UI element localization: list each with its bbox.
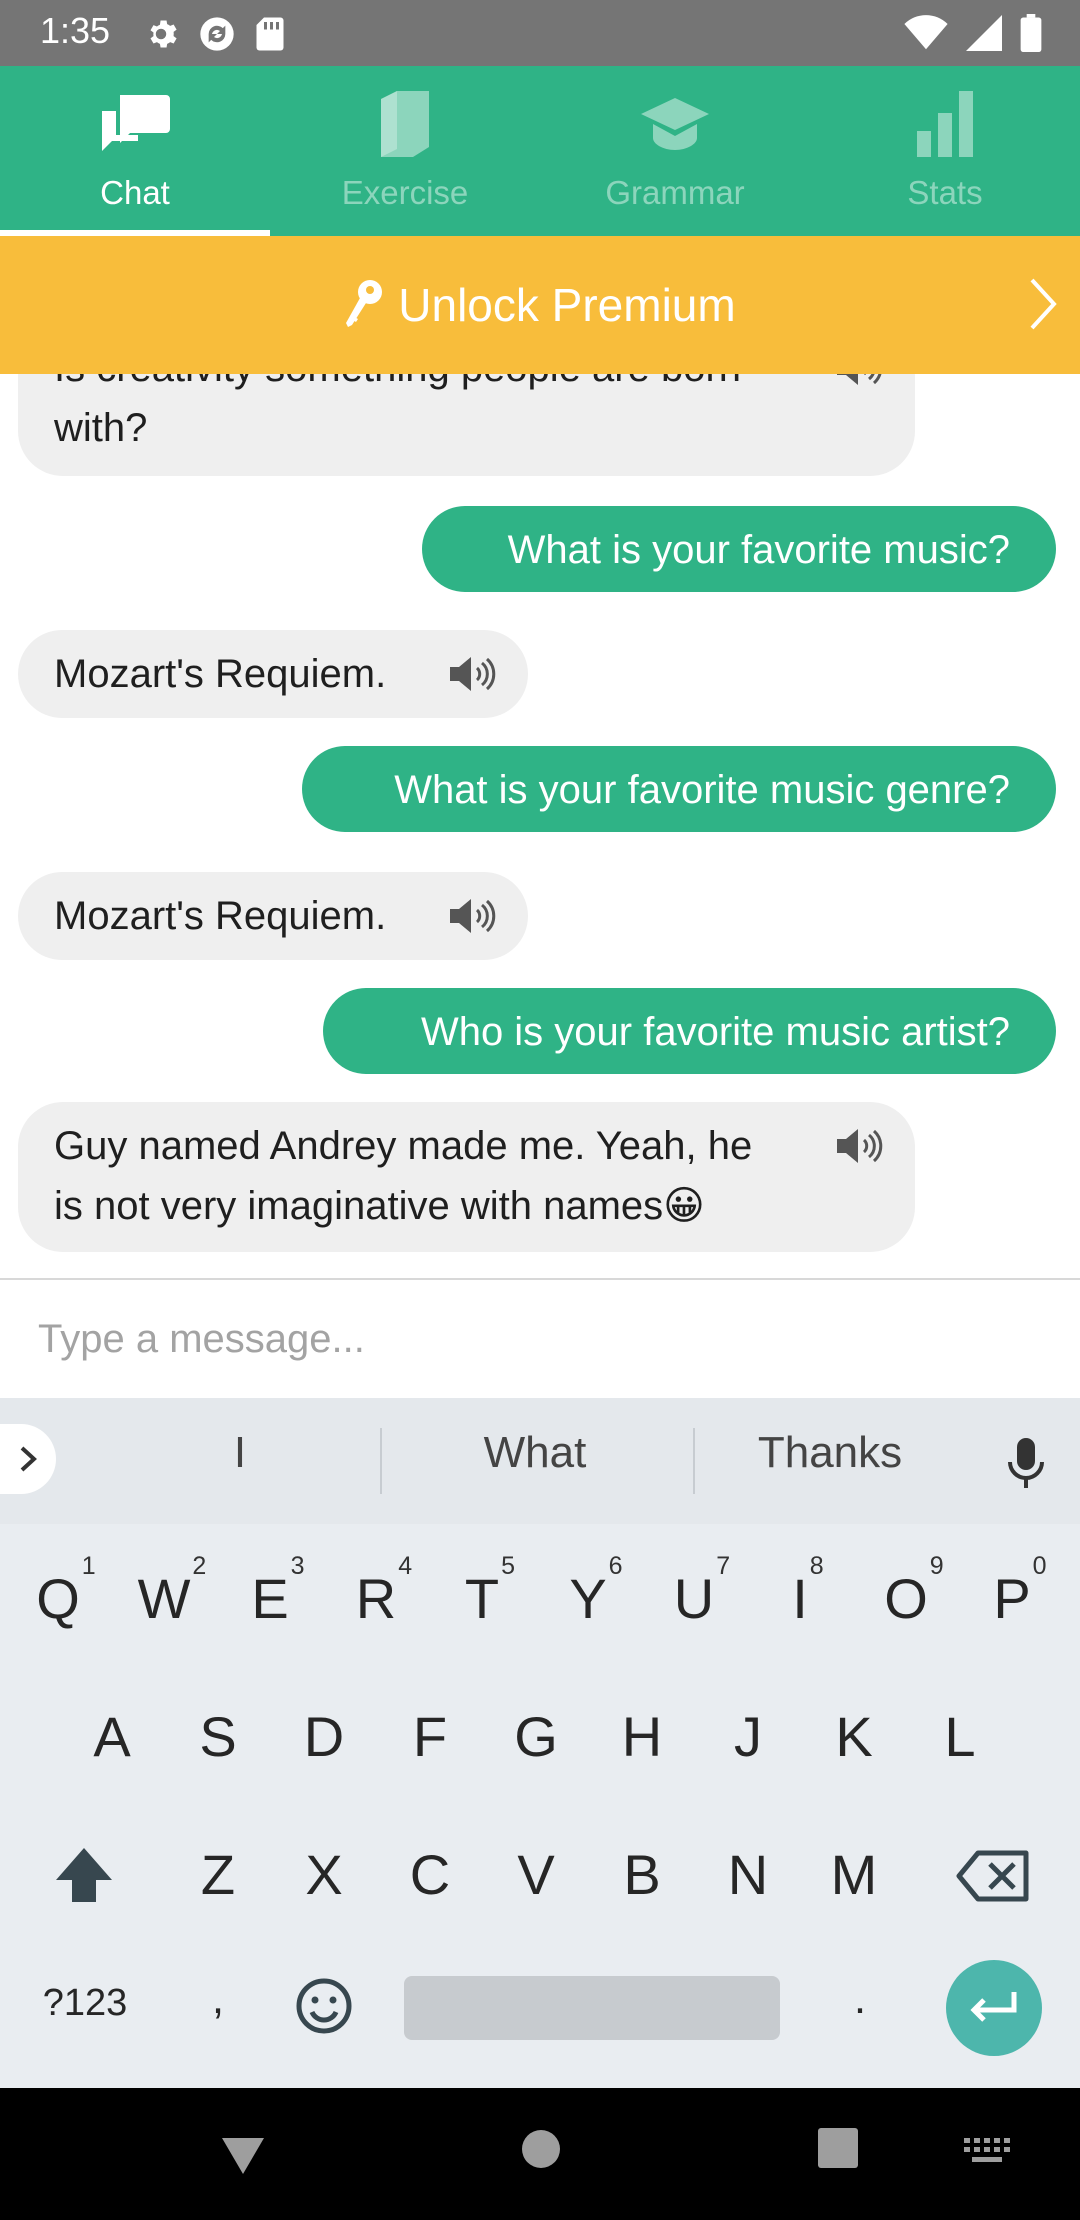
key-g[interactable]: G — [486, 1704, 586, 1769]
suggestion-divider — [380, 1428, 382, 1494]
key-p[interactable]: P0 — [962, 1552, 1062, 1631]
enter-icon — [970, 1992, 1017, 2022]
key-l[interactable]: L — [910, 1704, 1010, 1769]
premium-label: Unlock Premium — [398, 279, 736, 331]
book-icon — [381, 91, 429, 157]
message-line: with? — [54, 406, 148, 450]
message-text: What is your favorite music genre? — [394, 768, 1010, 812]
user-message: What is your favorite music? — [422, 506, 1056, 592]
tab-grammar[interactable]: Grammar — [540, 66, 810, 236]
back-icon[interactable] — [220, 2134, 266, 2176]
speaker-icon[interactable] — [448, 654, 498, 694]
period-key[interactable]: . — [810, 1974, 910, 2024]
unlock-premium-banner[interactable]: Unlock Premium — [0, 236, 1080, 374]
speaker-icon[interactable] — [448, 896, 498, 936]
gear-icon — [150, 20, 177, 48]
tab-bar: Chat Exercise Grammar Stats — [0, 66, 1080, 236]
chat-messages: Is creativity something people are born … — [0, 374, 1080, 1278]
sd-card-icon — [256, 17, 284, 51]
tab-label: Stats — [907, 174, 983, 211]
wifi-icon — [904, 15, 948, 50]
key-n[interactable]: N — [698, 1842, 798, 1907]
key-f[interactable]: F — [380, 1704, 480, 1769]
key-x[interactable]: X — [274, 1842, 374, 1907]
key-q[interactable]: Q1 — [8, 1552, 108, 1631]
key-t[interactable]: T5 — [432, 1552, 532, 1631]
user-message: What is your favorite music genre? — [302, 746, 1056, 832]
microphone-icon[interactable] — [1004, 1436, 1048, 1492]
recents-icon[interactable] — [818, 2128, 858, 2168]
key-s[interactable]: S — [168, 1704, 268, 1769]
bot-message: Is creativity something people are born … — [18, 374, 915, 476]
message-text: Mozart's Requiem. — [54, 652, 387, 696]
backspace-icon[interactable] — [956, 1850, 1030, 1902]
status-time: 1:35 — [40, 10, 111, 51]
bot-message: Mozart's Requiem. — [18, 872, 528, 960]
suggestion-1[interactable]: I — [190, 1428, 290, 1478]
message-text: Who is your favorite music artist? — [420, 1010, 1010, 1054]
key-a[interactable]: A — [62, 1704, 162, 1769]
tab-label: Grammar — [605, 174, 745, 211]
key-y[interactable]: Y6 — [538, 1552, 638, 1631]
spacebar[interactable] — [404, 1976, 780, 2040]
key-z[interactable]: Z — [168, 1842, 268, 1907]
signal-icon — [966, 15, 1002, 51]
emoji-icon[interactable] — [294, 1976, 354, 2036]
bar-chart-icon — [917, 91, 973, 157]
tab-stats[interactable]: Stats — [810, 66, 1080, 236]
enter-key[interactable] — [946, 1960, 1042, 2056]
status-bar: 1:35 — [0, 0, 1080, 66]
battery-icon — [1020, 14, 1042, 52]
graduation-cap-icon — [641, 98, 709, 150]
message-line: is not very imaginative with names😀 — [54, 1184, 705, 1228]
tab-label: Chat — [100, 174, 170, 211]
tab-exercise[interactable]: Exercise — [270, 66, 540, 236]
key-c[interactable]: C — [380, 1842, 480, 1907]
suggestion-divider — [693, 1428, 695, 1494]
key-w[interactable]: W2 — [114, 1552, 214, 1631]
message-text: What is your favorite music? — [507, 528, 1010, 572]
bot-message: Mozart's Requiem. — [18, 630, 528, 718]
suggestion-2[interactable]: What — [425, 1428, 645, 1478]
message-text: Mozart's Requiem. — [54, 894, 387, 938]
key-o[interactable]: O9 — [856, 1552, 956, 1631]
chevron-right-icon — [20, 1446, 37, 1472]
shift-icon[interactable] — [52, 1844, 116, 1908]
home-icon[interactable] — [520, 2128, 562, 2170]
key-u[interactable]: U7 — [644, 1552, 744, 1631]
key-k[interactable]: K — [804, 1704, 904, 1769]
message-input[interactable] — [0, 1280, 1080, 1398]
message-line: Guy named Andrey made me. Yeah, he — [54, 1124, 753, 1168]
speaker-icon[interactable] — [835, 374, 885, 388]
key-m[interactable]: M — [804, 1842, 904, 1907]
key-j[interactable]: J — [698, 1704, 798, 1769]
bot-message: Guy named Andrey made me. Yeah, he is no… — [18, 1102, 915, 1252]
soft-keyboard: I What Thanks Q1 W2 E3 R4 T5 Y6 U7 I8 O9… — [0, 1398, 1080, 2088]
symbols-key[interactable]: ?123 — [20, 1982, 150, 2025]
suggestion-toggle-button[interactable] — [0, 1424, 56, 1494]
sync-icon — [200, 17, 234, 51]
key-icon — [346, 280, 383, 327]
suggestion-strip: I What Thanks — [0, 1398, 1080, 1524]
key-d[interactable]: D — [274, 1704, 374, 1769]
suggestion-3[interactable]: Thanks — [720, 1428, 940, 1478]
tab-label: Exercise — [341, 174, 469, 211]
key-b[interactable]: B — [592, 1842, 692, 1907]
system-nav-bar — [0, 2088, 1080, 2220]
key-i[interactable]: I8 — [750, 1552, 850, 1631]
keyboard-switch-icon[interactable] — [964, 2138, 1010, 2168]
user-message: Who is your favorite music artist? — [323, 988, 1056, 1074]
key-e[interactable]: E3 — [220, 1552, 320, 1631]
comma-key[interactable]: , — [168, 1974, 268, 2024]
chat-bubbles-icon — [102, 95, 170, 151]
speaker-icon[interactable] — [835, 1126, 885, 1166]
key-h[interactable]: H — [592, 1704, 692, 1769]
chevron-right-icon — [1030, 278, 1057, 330]
key-v[interactable]: V — [486, 1842, 586, 1907]
key-r[interactable]: R4 — [326, 1552, 426, 1631]
tab-chat[interactable]: Chat — [0, 66, 270, 236]
message-line: Is creativity something people are born — [54, 374, 879, 398]
